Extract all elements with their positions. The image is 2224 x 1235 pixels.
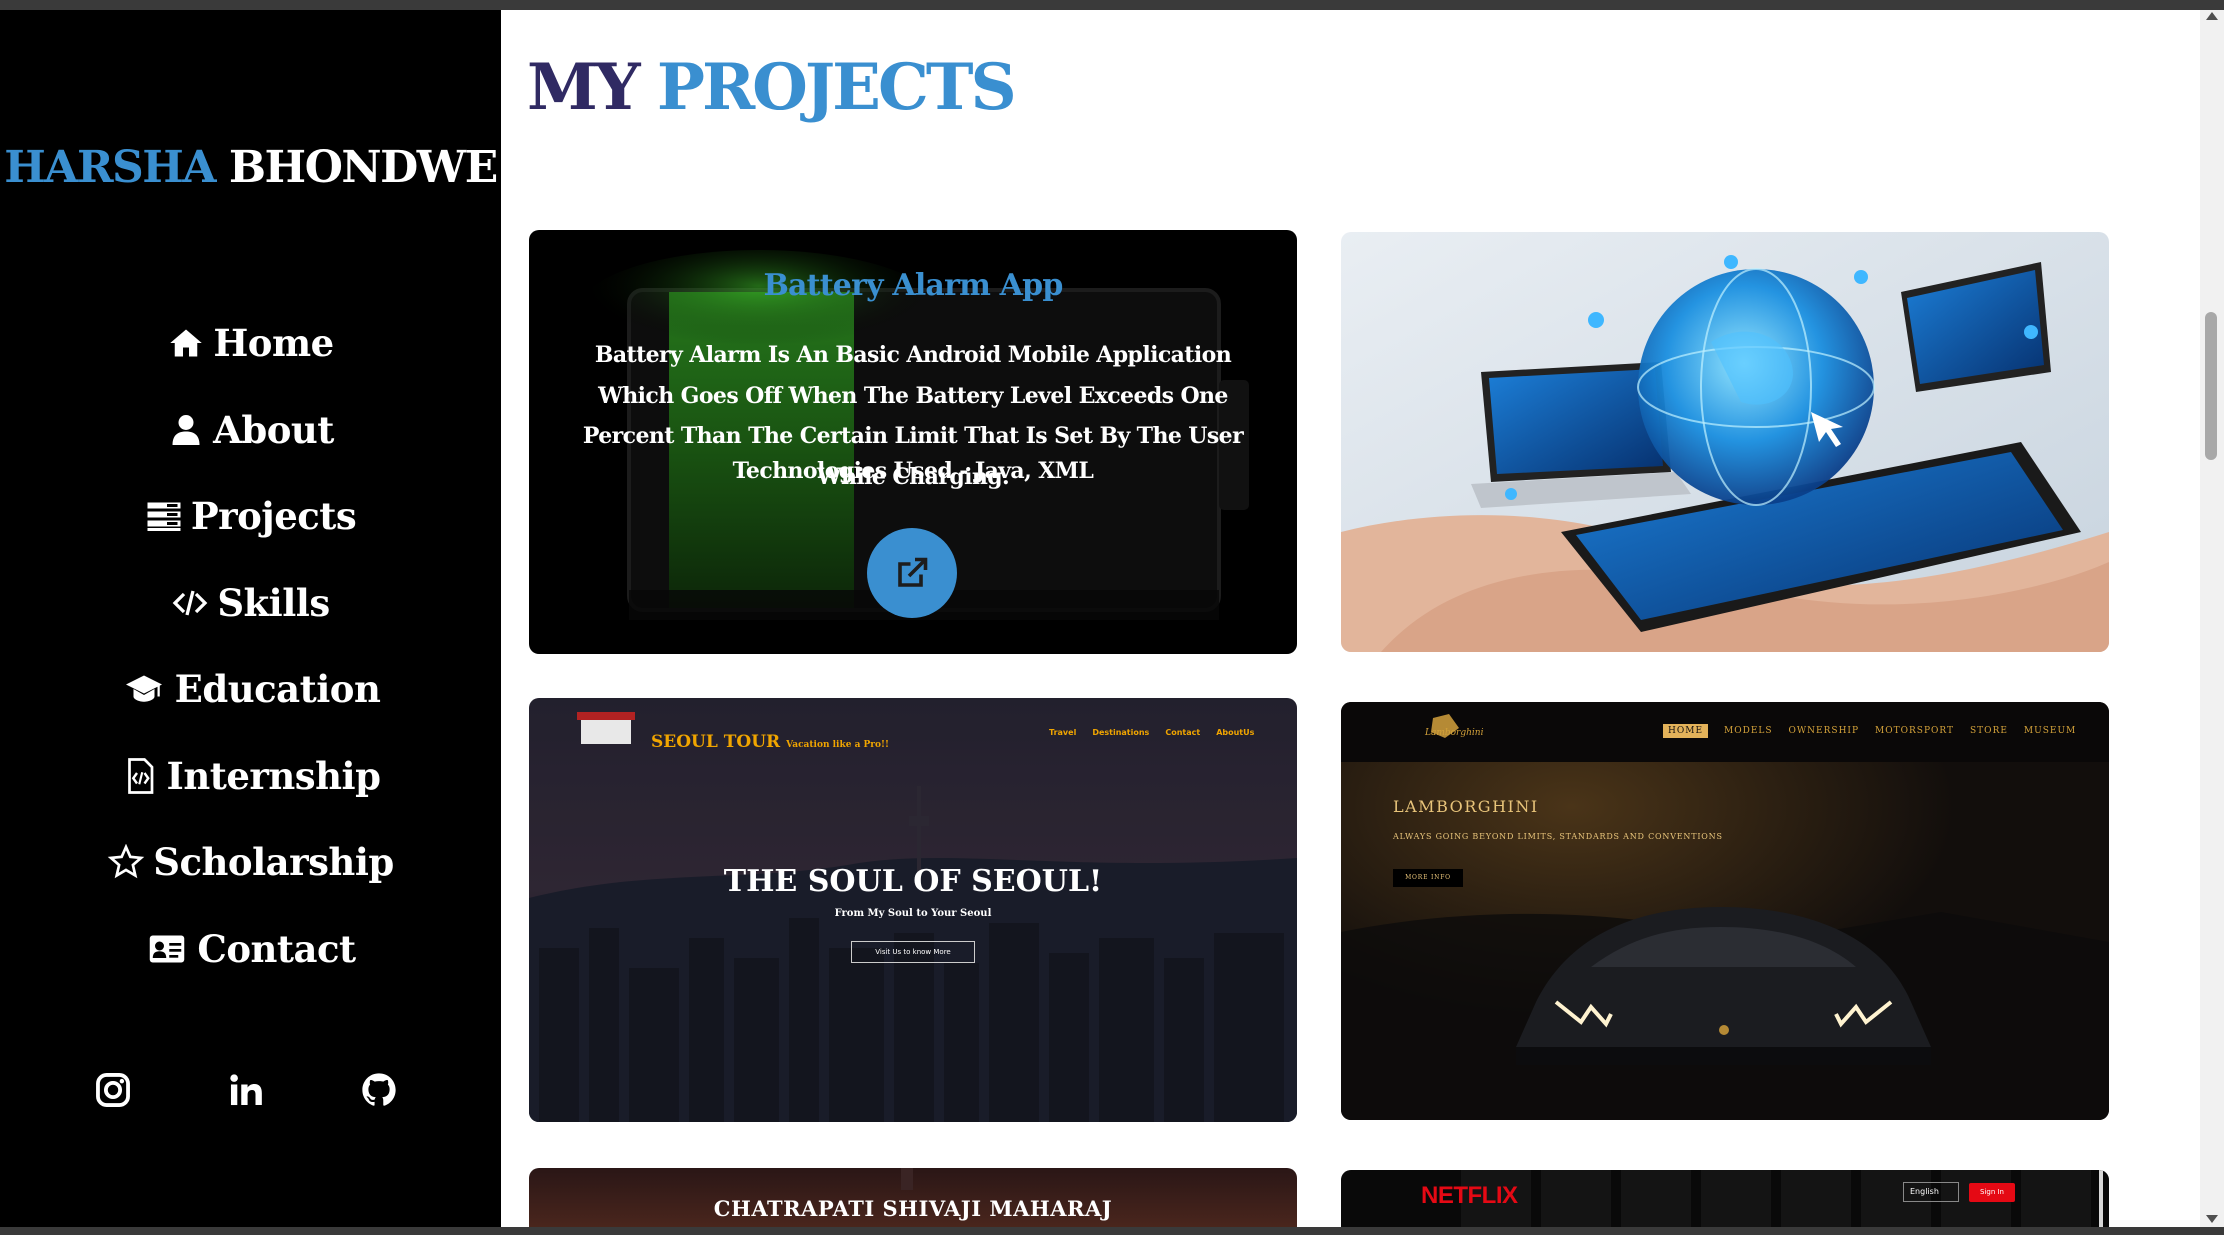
nav-label-education: Education	[174, 667, 381, 712]
nav-label-skills: Skills	[217, 580, 330, 625]
project-overlay: Battery Alarm App Battery Alarm Is An Ba…	[529, 230, 1297, 654]
netflix-signin-button: Sign In	[1969, 1183, 2015, 1202]
main-content: MY PROJECTS Battery Alarm App Battery Al…	[501, 10, 2200, 1227]
nav-item-projects[interactable]: Projects	[0, 473, 501, 560]
nav-item-skills[interactable]: Skills	[0, 560, 501, 647]
code-file-icon	[127, 757, 153, 794]
netflix-logo: NETFLIX	[1421, 1182, 1518, 1209]
seoul-nav: Travel Destinations Contact AboutUs	[1049, 728, 1254, 737]
seoul-tagline: Vacation like a Pro!!	[786, 740, 889, 750]
nav-label-home: Home	[213, 321, 334, 366]
lamborghini-headline: LAMBORGHINI	[1393, 797, 1539, 816]
brand-name: HARSHA BHONDWE	[0, 142, 501, 193]
nav-label-contact: Contact	[197, 926, 356, 971]
contact-card-icon	[150, 935, 185, 963]
seoul-brand-name: SEOUL TOUR	[651, 732, 781, 752]
brand-first-name: HARSHA	[4, 142, 216, 193]
nav-item-education[interactable]: Education	[0, 646, 501, 733]
page-title-my: MY	[527, 50, 641, 125]
nav-item-internship[interactable]: Internship	[0, 733, 501, 820]
nav-label-internship: Internship	[166, 753, 381, 798]
page-title-projects: PROJECTS	[656, 50, 1017, 125]
project-card-seoul-tour[interactable]: SEOUL TOUR Vacation like a Pro!! Travel …	[529, 698, 1297, 1122]
lamborghini-subhead: ALWAYS GOING BEYOND LIMITS, STANDARDS AN…	[1393, 832, 1723, 841]
seoul-nav-contact: Contact	[1165, 728, 1201, 737]
github-link[interactable]	[349, 1060, 409, 1120]
lamborghini-car-image	[1341, 702, 2109, 1120]
nav-item-contact[interactable]: Contact	[0, 906, 501, 993]
projects-icon	[147, 502, 181, 532]
seoul-subhead: From My Soul to Your Seoul	[834, 908, 992, 919]
graduation-cap-icon	[125, 675, 162, 702]
tech-globe-image	[1341, 232, 2109, 652]
seoul-brand: SEOUL TOUR Vacation like a Pro!!	[651, 732, 889, 752]
external-link-icon	[898, 557, 928, 587]
project-card-battery-alarm[interactable]: Battery Alarm App Battery Alarm Is An Ba…	[529, 230, 1297, 654]
scrollbar-thumb[interactable]	[2205, 312, 2217, 460]
project-title: Battery Alarm App	[763, 268, 1063, 303]
project-card-netflix[interactable]: NETFLIX English Sign In	[1341, 1170, 2109, 1227]
window-bottom-bar	[0, 1227, 2224, 1235]
nav-item-home[interactable]: Home	[0, 300, 501, 387]
lambo-nav-motorsport: MOTORSPORT	[1875, 726, 1955, 736]
project-card-tech-globe[interactable]	[1341, 232, 2109, 652]
nav-item-about[interactable]: About	[0, 387, 501, 474]
scroll-up-arrow-icon[interactable]	[2206, 12, 2218, 20]
shivaji-title: CHATRAPATI SHIVAJI MAHARAJ	[713, 1196, 1113, 1221]
lambo-nav-museum: MUSEUM	[2023, 726, 2077, 736]
nav-label-projects: Projects	[190, 494, 357, 539]
seoul-headline: THE SOUL OF SEOUL!	[723, 864, 1103, 899]
brand-last-name: BHONDWE	[228, 142, 498, 193]
home-icon	[170, 329, 203, 357]
lamborghini-logo: Lamborghini	[1425, 728, 1484, 738]
scroll-down-arrow-icon[interactable]	[2206, 1215, 2218, 1223]
lambo-nav-ownership: OWNERSHIP	[1788, 726, 1860, 736]
seoul-nav-destinations: Destinations	[1092, 728, 1150, 737]
seoul-nav-aboutus: AboutUs	[1216, 728, 1255, 737]
vertical-scrollbar[interactable]	[2200, 10, 2224, 1227]
open-project-button[interactable]	[867, 528, 957, 618]
nav-label-scholarship: Scholarship	[153, 840, 394, 885]
window-top-bar	[0, 0, 2224, 10]
project-card-lamborghini[interactable]: Lamborghini HOME MODELS OWNERSHIP MOTORS…	[1341, 702, 2109, 1120]
instagram-icon	[96, 1073, 130, 1107]
nav-label-about: About	[213, 407, 334, 452]
code-icon	[172, 590, 208, 616]
sidebar: HARSHA BHONDWE Home About Projects Skill…	[0, 10, 501, 1227]
lambo-nav-models: MODELS	[1724, 726, 1773, 736]
github-icon	[362, 1073, 396, 1106]
netflix-language-select: English	[1903, 1182, 1959, 1202]
lamborghini-nav: HOME MODELS OWNERSHIP MOTORSPORT STORE M…	[1663, 724, 2076, 738]
seoul-nav-travel: Travel	[1049, 728, 1077, 737]
page-title: MY PROJECTS	[527, 50, 1017, 125]
nav-item-scholarship[interactable]: Scholarship	[0, 819, 501, 906]
project-card-shivaji[interactable]: CHATRAPATI SHIVAJI MAHARAJ	[529, 1168, 1297, 1227]
seoul-visit-button: Visit Us to know More	[851, 941, 975, 963]
lambo-nav-home: HOME	[1663, 724, 1709, 738]
instagram-link[interactable]	[83, 1060, 143, 1120]
linkedin-icon	[230, 1074, 262, 1106]
lamborghini-more-info-button: MORE INFO	[1393, 869, 1463, 887]
project-technologies: Technologies Used - Java, XML	[732, 458, 1094, 484]
star-icon	[107, 844, 145, 879]
user-icon	[172, 414, 200, 445]
sidebar-nav: Home About Projects Skills Education Int…	[0, 300, 501, 992]
linkedin-link[interactable]	[216, 1060, 276, 1120]
lambo-nav-store: STORE	[1970, 726, 2008, 736]
social-links	[0, 1060, 501, 1120]
